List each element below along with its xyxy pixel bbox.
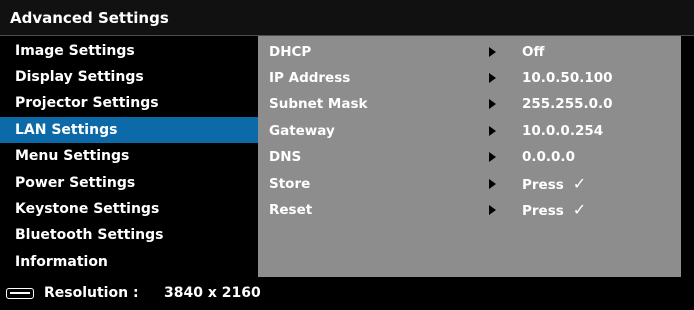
- arrow-right-icon: [489, 47, 496, 57]
- menu-title: Advanced Settings: [0, 0, 694, 36]
- dhcp-row[interactable]: DHCP Off: [258, 39, 681, 65]
- sidebar-item-keystone-settings[interactable]: Keystone Settings: [0, 196, 258, 222]
- check-icon: ✓: [572, 200, 587, 219]
- sidebar-item-power-settings[interactable]: Power Settings: [0, 170, 258, 196]
- sidebar-item-menu-settings[interactable]: Menu Settings: [0, 143, 258, 169]
- sidebar-item-display-settings[interactable]: Display Settings: [0, 64, 258, 90]
- arrow-right-icon: [489, 179, 496, 189]
- arrow-right-icon: [489, 152, 496, 162]
- arrow-right-icon: [489, 126, 496, 136]
- osd-menu: Advanced Settings Image Settings Display…: [0, 0, 694, 310]
- ip-address-label: IP Address: [269, 70, 351, 86]
- resolution-label: Resolution :: [44, 285, 139, 301]
- subnet-mask-row[interactable]: Subnet Mask 255.255.0.0: [258, 91, 681, 117]
- input-source-icon: [6, 288, 34, 299]
- reset-row[interactable]: Reset Press ✓: [258, 197, 681, 223]
- gateway-value: 10.0.0.254: [522, 123, 604, 139]
- dhcp-label: DHCP: [269, 44, 312, 60]
- sidebar-item-image-settings[interactable]: Image Settings: [0, 38, 258, 64]
- check-icon: ✓: [572, 174, 587, 193]
- store-row[interactable]: Store Press ✓: [258, 171, 681, 197]
- store-value: Press ✓: [522, 171, 586, 198]
- lan-settings-panel: DHCP Off IP Address 10.0.50.100 Subnet M…: [258, 36, 681, 277]
- gateway-row[interactable]: Gateway 10.0.0.254: [258, 118, 681, 144]
- subnet-mask-label: Subnet Mask: [269, 96, 368, 112]
- gateway-label: Gateway: [269, 123, 335, 139]
- arrow-right-icon: [489, 205, 496, 215]
- dns-row[interactable]: DNS 0.0.0.0: [258, 144, 681, 170]
- sidebar-item-information[interactable]: Information: [0, 249, 258, 275]
- dns-label: DNS: [269, 149, 302, 165]
- sidebar-item-lan-settings[interactable]: LAN Settings: [0, 117, 258, 143]
- status-bar: Resolution : 3840 x 2160: [0, 277, 694, 310]
- resolution-value: 3840 x 2160: [164, 285, 261, 301]
- arrow-right-icon: [489, 73, 496, 83]
- sidebar-item-projector-settings[interactable]: Projector Settings: [0, 90, 258, 116]
- panel-right-border: [681, 36, 694, 277]
- reset-press-text: Press: [522, 203, 564, 219]
- dns-value: 0.0.0.0: [522, 149, 575, 165]
- reset-value: Press ✓: [522, 197, 586, 224]
- arrow-right-icon: [489, 99, 496, 109]
- sidebar: Image Settings Display Settings Projecto…: [0, 36, 258, 277]
- ip-address-value: 10.0.50.100: [522, 70, 613, 86]
- dhcp-value: Off: [522, 44, 545, 60]
- subnet-mask-value: 255.255.0.0: [522, 96, 613, 112]
- reset-label: Reset: [269, 202, 313, 218]
- store-label: Store: [269, 176, 311, 192]
- sidebar-item-bluetooth-settings[interactable]: Bluetooth Settings: [0, 222, 258, 248]
- ip-address-row[interactable]: IP Address 10.0.50.100: [258, 65, 681, 91]
- store-press-text: Press: [522, 177, 564, 193]
